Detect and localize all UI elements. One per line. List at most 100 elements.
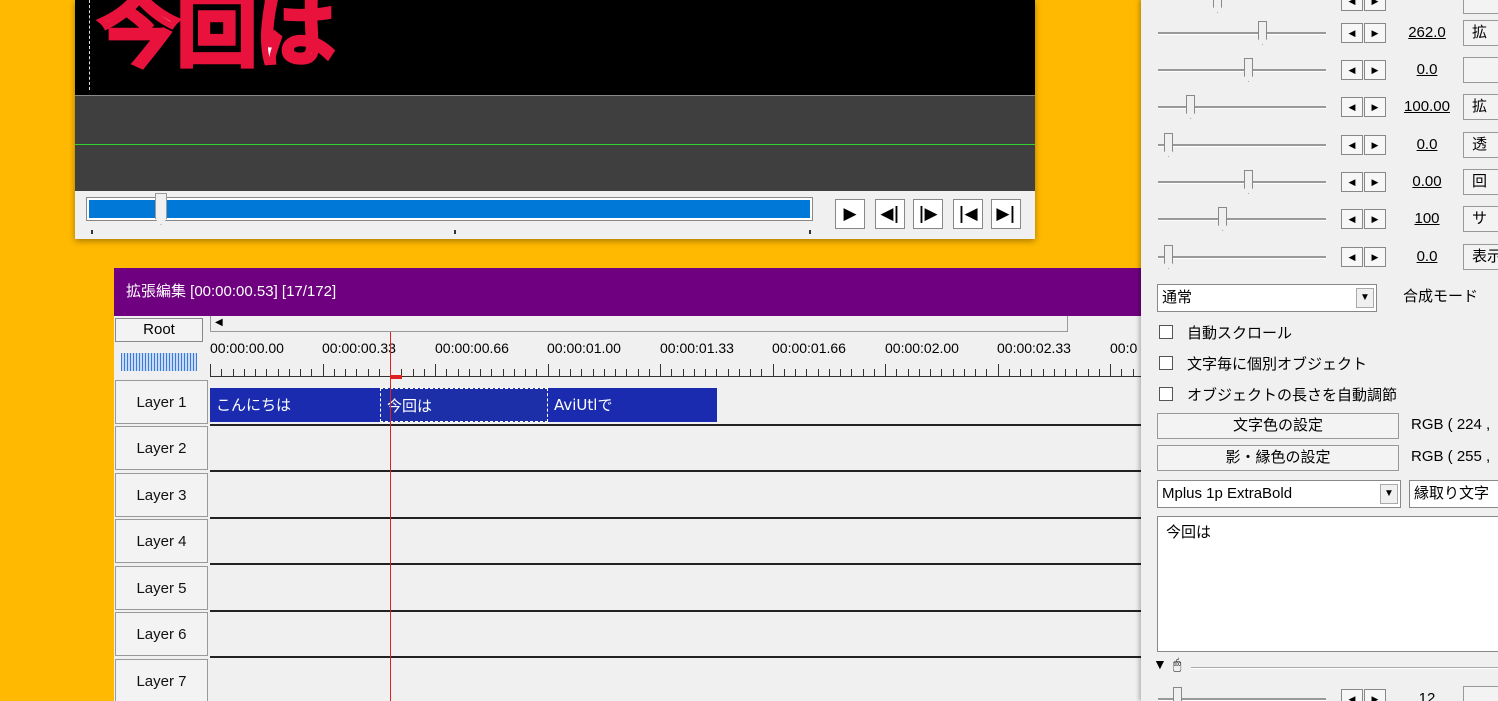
layer-4-label[interactable]: Layer 4 bbox=[115, 519, 208, 563]
root-button[interactable]: Root bbox=[115, 318, 203, 342]
slider-track[interactable] bbox=[1158, 106, 1326, 109]
slider-value[interactable]: 0.0 bbox=[1399, 248, 1455, 265]
slider-thumb[interactable] bbox=[1213, 0, 1222, 13]
slider-thumb[interactable] bbox=[1164, 245, 1173, 269]
time-ruler[interactable]: 00:00:00.00 00:00:00.33 00:00:00.66 00:0… bbox=[210, 332, 1144, 378]
side-button[interactable] bbox=[1463, 686, 1498, 701]
time-label: 00:00:02.33 bbox=[997, 340, 1071, 356]
increment-button[interactable]: ▶ bbox=[1364, 0, 1386, 11]
side-button[interactable]: 回 bbox=[1463, 169, 1498, 195]
step-forward-button[interactable]: |▶ bbox=[913, 199, 943, 229]
seek-thumb[interactable] bbox=[155, 193, 167, 225]
side-button[interactable]: 拡 bbox=[1463, 20, 1498, 46]
slider-thumb[interactable] bbox=[1244, 58, 1253, 82]
increment-button[interactable]: ▶ bbox=[1364, 247, 1386, 267]
layer-3-label[interactable]: Layer 3 bbox=[115, 473, 208, 517]
increment-button[interactable]: ▶ bbox=[1364, 60, 1386, 80]
timeline-zoom-bar[interactable] bbox=[121, 353, 197, 371]
decrement-button[interactable]: ◀ bbox=[1341, 0, 1363, 11]
text-content-input[interactable]: 今回は bbox=[1157, 516, 1498, 652]
layer-7-label[interactable]: Layer 7 bbox=[115, 659, 208, 701]
slider-thumb[interactable] bbox=[1218, 207, 1227, 231]
increment-button[interactable]: ▶ bbox=[1364, 689, 1386, 701]
chevron-down-icon[interactable]: ▼ bbox=[1380, 484, 1398, 504]
seek-bar[interactable] bbox=[86, 197, 813, 221]
layer-5-track[interactable] bbox=[210, 566, 1144, 612]
clip-aviutl[interactable]: AviUtlで bbox=[548, 388, 717, 422]
checkbox-auto-length[interactable]: オブジェクトの長さを自動調節 bbox=[1159, 384, 1397, 406]
scroll-left-icon[interactable]: ◀ bbox=[215, 316, 223, 330]
step-back-button[interactable]: ◀| bbox=[875, 199, 905, 229]
ruler-tick bbox=[638, 369, 639, 376]
slider-thumb[interactable] bbox=[1164, 133, 1173, 157]
slider-track[interactable] bbox=[1158, 256, 1326, 259]
text-style-select[interactable]: 縁取り文字 bbox=[1409, 480, 1498, 508]
text-color-button[interactable]: 文字色の設定 bbox=[1157, 413, 1399, 439]
decrement-button[interactable]: ◀ bbox=[1341, 172, 1363, 192]
jump-start-button[interactable]: |◀ bbox=[953, 199, 983, 229]
layer-6-label[interactable]: Layer 6 bbox=[115, 612, 208, 656]
timeline-title-bar[interactable]: 拡張編集 [00:00:00.53] [17/172] bbox=[114, 268, 1144, 316]
layer-7-track[interactable] bbox=[210, 659, 1144, 701]
decrement-button[interactable]: ◀ bbox=[1341, 135, 1363, 155]
slider-thumb[interactable] bbox=[1173, 687, 1182, 701]
clip-konkaiwa[interactable]: 今回は bbox=[380, 388, 548, 422]
side-button[interactable] bbox=[1463, 0, 1498, 14]
jump-end-button[interactable]: ▶| bbox=[991, 199, 1021, 229]
timeline-horizontal-scrollbar[interactable]: ◀ bbox=[210, 316, 1068, 332]
increment-button[interactable]: ▶ bbox=[1364, 209, 1386, 229]
font-select[interactable]: Mplus 1p ExtraBold ▼ bbox=[1157, 480, 1401, 508]
slider-value[interactable]: 262.0 bbox=[1399, 24, 1455, 41]
slider-track[interactable] bbox=[1158, 181, 1326, 184]
playhead-marker[interactable] bbox=[390, 375, 402, 379]
layer-4-track[interactable] bbox=[210, 519, 1144, 565]
shadow-color-button[interactable]: 影・縁色の設定 bbox=[1157, 445, 1399, 471]
clip-konnichiwa[interactable]: こんにちは bbox=[210, 388, 380, 422]
checkbox-icon[interactable] bbox=[1159, 325, 1173, 339]
slider-value[interactable]: 0.0 bbox=[1399, 136, 1455, 153]
decrement-button[interactable]: ◀ bbox=[1341, 23, 1363, 43]
slider-value[interactable]: 0.0 bbox=[1399, 61, 1455, 78]
slider-track[interactable] bbox=[1158, 218, 1326, 221]
slider-track[interactable] bbox=[1158, 32, 1326, 35]
chevron-down-icon[interactable]: ▼ bbox=[1356, 288, 1374, 308]
increment-button[interactable]: ▶ bbox=[1364, 23, 1386, 43]
slider-track[interactable] bbox=[1158, 69, 1326, 72]
increment-button[interactable]: ▶ bbox=[1364, 135, 1386, 155]
slider-value[interactable]: 0.00 bbox=[1399, 173, 1455, 190]
layer-5-label[interactable]: Layer 5 bbox=[115, 566, 208, 610]
collapse-triangle-icon[interactable]: ▼ bbox=[1153, 656, 1167, 672]
increment-button[interactable]: ▶ bbox=[1364, 172, 1386, 192]
checkbox-per-character[interactable]: 文字毎に個別オブジェクト bbox=[1159, 353, 1367, 375]
slider-value[interactable]: 100 bbox=[1399, 210, 1455, 227]
side-button[interactable] bbox=[1463, 57, 1498, 83]
checkbox-icon[interactable] bbox=[1159, 387, 1173, 401]
side-button[interactable]: 透 bbox=[1463, 132, 1498, 158]
slider-thumb[interactable] bbox=[1244, 170, 1253, 194]
slider-value[interactable]: 100.00 bbox=[1399, 98, 1455, 115]
blend-mode-select[interactable]: 通常 ▼ bbox=[1157, 284, 1377, 312]
video-canvas[interactable]: 今回は bbox=[75, 0, 1035, 95]
slider-track[interactable] bbox=[1158, 144, 1326, 147]
layer-2-label[interactable]: Layer 2 bbox=[115, 426, 208, 470]
increment-button[interactable]: ▶ bbox=[1364, 97, 1386, 117]
decrement-button[interactable]: ◀ bbox=[1341, 97, 1363, 117]
ruler-tick bbox=[1076, 369, 1077, 376]
checkbox-icon[interactable] bbox=[1159, 356, 1173, 370]
ruler-tick bbox=[1031, 369, 1032, 376]
side-button[interactable]: サ bbox=[1463, 206, 1498, 232]
layer-3-track[interactable] bbox=[210, 473, 1144, 519]
layer-6-track[interactable] bbox=[210, 612, 1144, 658]
slider-thumb[interactable] bbox=[1186, 95, 1195, 119]
decrement-button[interactable]: ◀ bbox=[1341, 60, 1363, 80]
decrement-button[interactable]: ◀ bbox=[1341, 689, 1363, 701]
decrement-button[interactable]: ◀ bbox=[1341, 247, 1363, 267]
layer-2-track[interactable] bbox=[210, 426, 1144, 472]
layer-1-label[interactable]: Layer 1 bbox=[115, 380, 208, 424]
checkbox-auto-scroll[interactable]: 自動スクロール bbox=[1159, 322, 1292, 344]
slider-thumb[interactable] bbox=[1258, 21, 1267, 45]
play-button[interactable]: ▶ bbox=[835, 199, 865, 229]
side-button[interactable]: 表示 bbox=[1463, 244, 1498, 270]
decrement-button[interactable]: ◀ bbox=[1341, 209, 1363, 229]
side-button[interactable]: 拡 bbox=[1463, 94, 1498, 120]
